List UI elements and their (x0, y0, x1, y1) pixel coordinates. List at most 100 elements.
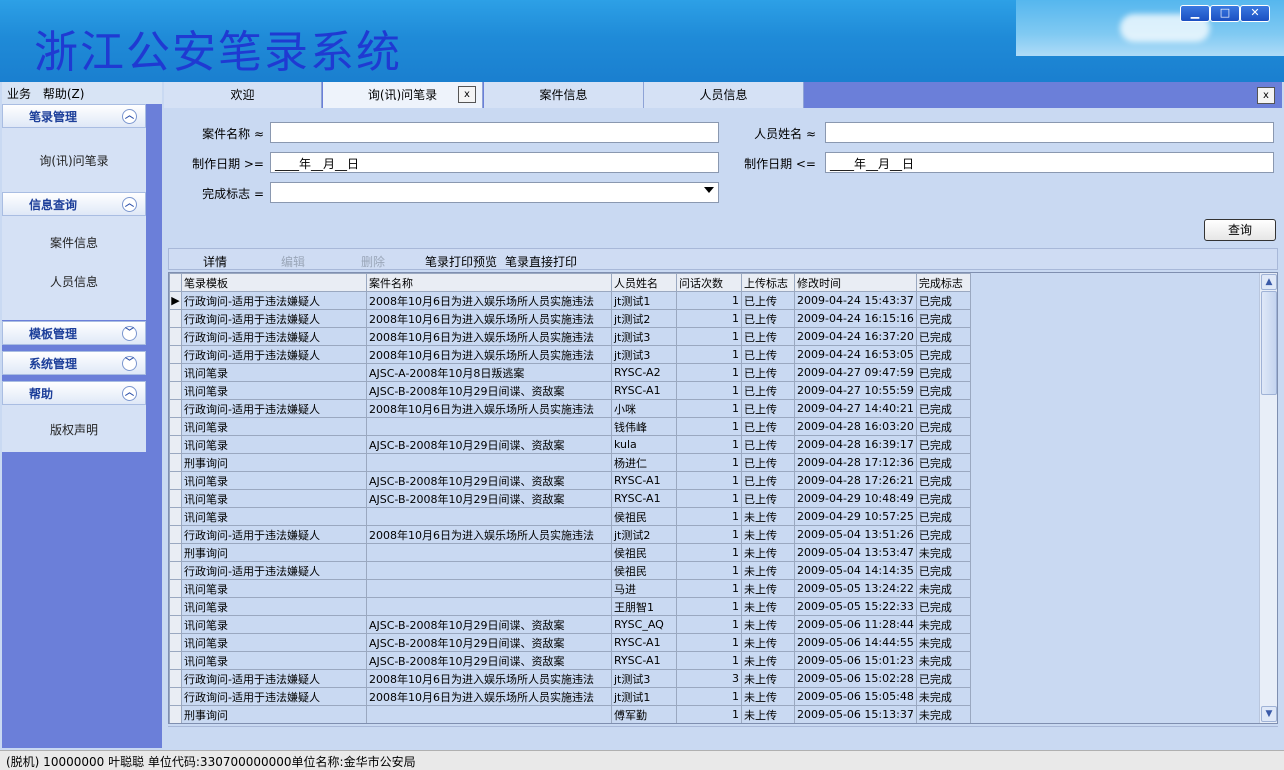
table-cell[interactable]: jt测试2 (611, 309, 677, 328)
table-cell[interactable]: 小咪 (611, 399, 677, 418)
date-from-input[interactable]: ____年__月__日 (270, 152, 719, 173)
table-cell[interactable]: 讯问笔录 (181, 651, 367, 670)
table-row[interactable]: 刑事询问 傅军勤 1 未上传 2009-05-06 15:13:37 未完成 (169, 705, 976, 723)
table-cell[interactable]: 已完成 (915, 381, 971, 400)
row-indicator[interactable] (169, 309, 182, 328)
table-cell[interactable]: jt测试3 (611, 345, 677, 364)
date-to-input[interactable]: ____年__月__日 (825, 152, 1274, 173)
table-cell[interactable]: 2009-05-04 13:53:47 (794, 543, 917, 562)
table-cell[interactable]: 已完成 (915, 399, 971, 418)
table-cell[interactable]: 2009-05-05 15:22:33 (794, 597, 917, 616)
table-row[interactable]: 讯问笔录 AJSC-B-2008年10月29日间谍、资敌案 RYSC-A1 1 已上传 2… (169, 381, 976, 400)
table-cell[interactable]: 讯问笔录 (181, 435, 367, 454)
table-cell[interactable]: 未完成 (915, 705, 971, 723)
table-cell[interactable]: RYSC_AQ (611, 615, 677, 634)
group-record-management[interactable]: 笔录管理 ︿ (2, 104, 146, 128)
table-cell[interactable] (366, 597, 612, 616)
horizontal-scrollbar[interactable] (168, 726, 1278, 744)
table-row[interactable]: 行政询问-适用于违法嫌疑人 侯祖民 1 未上传 2009-05-04 14:14:35 已… (169, 561, 976, 580)
table-cell[interactable]: 未上传 (741, 633, 795, 652)
table-cell[interactable]: 讯问笔录 (181, 381, 367, 400)
sidebar-item-person-info[interactable]: 人员信息 (2, 273, 146, 290)
row-indicator[interactable] (169, 381, 182, 400)
table-cell[interactable]: 已上传 (741, 309, 795, 328)
table-cell[interactable]: 杨进仁 (611, 453, 677, 472)
table-cell[interactable]: 已完成 (915, 291, 971, 310)
group-info-query[interactable]: 信息查询 ︿ (2, 192, 146, 216)
column-header[interactable]: 笔录模板 (181, 273, 367, 292)
table-cell[interactable]: 2009-05-06 15:05:48 (794, 687, 917, 706)
table-cell[interactable]: 未完成 (915, 543, 971, 562)
scroll-up-icon[interactable]: ▲ (1261, 274, 1277, 290)
table-cell[interactable]: RYSC-A1 (611, 489, 677, 508)
table-cell[interactable]: 未上传 (741, 579, 795, 598)
case-name-input[interactable] (270, 122, 719, 143)
table-cell[interactable]: 1 (676, 363, 742, 382)
row-indicator[interactable] (169, 687, 182, 706)
table-cell[interactable]: 已上传 (741, 489, 795, 508)
table-row[interactable]: 讯问笔录 马进 1 未上传 2009-05-05 13:24:22 未完成 (169, 579, 976, 598)
row-indicator[interactable] (169, 651, 182, 670)
row-indicator[interactable] (169, 489, 182, 508)
status-select[interactable] (270, 182, 719, 203)
table-cell[interactable]: AJSC-B-2008年10月29日间谍、资敌案 (366, 471, 612, 490)
table-cell[interactable]: 讯问笔录 (181, 471, 367, 490)
table-cell[interactable]: 行政询问-适用于违法嫌疑人 (181, 687, 367, 706)
table-cell[interactable]: 1 (676, 651, 742, 670)
table-cell[interactable]: 2009-05-06 15:01:23 (794, 651, 917, 670)
table-cell[interactable]: 1 (676, 453, 742, 472)
table-cell[interactable]: RYSC-A1 (611, 633, 677, 652)
table-cell[interactable]: 未上传 (741, 669, 795, 688)
table-cell[interactable]: 行政询问-适用于违法嫌疑人 (181, 399, 367, 418)
table-cell[interactable]: 讯问笔录 (181, 579, 367, 598)
table-cell[interactable]: 1 (676, 579, 742, 598)
table-cell[interactable]: AJSC-B-2008年10月29日间谍、资敌案 (366, 633, 612, 652)
table-cell[interactable]: 1 (676, 705, 742, 723)
table-cell[interactable]: 行政询问-适用于违法嫌疑人 (181, 327, 367, 346)
table-cell[interactable]: 讯问笔录 (181, 507, 367, 526)
table-cell[interactable]: 王朋智1 (611, 597, 677, 616)
table-row[interactable]: 行政询问-适用于违法嫌疑人 2008年10月6日为进入娱乐场所人员实施违法 小咪 1 已… (169, 399, 976, 418)
table-cell[interactable]: 2009-05-06 14:44:55 (794, 633, 917, 652)
table-cell[interactable]: 1 (676, 489, 742, 508)
person-name-input[interactable] (825, 122, 1274, 143)
table-row[interactable]: 讯问笔录 AJSC-B-2008年10月29日间谍、资敌案 RYSC-A1 1 已上传 2… (169, 489, 976, 508)
table-cell[interactable]: 1 (676, 615, 742, 634)
table-cell[interactable]: 讯问笔录 (181, 417, 367, 436)
table-row[interactable]: 刑事询问 侯祖民 1 未上传 2009-05-04 13:53:47 未完成 (169, 543, 976, 562)
table-cell[interactable]: 已完成 (915, 597, 971, 616)
vertical-scrollbar[interactable]: ▲ ▼ (1259, 273, 1277, 723)
table-cell[interactable]: 未上传 (741, 561, 795, 580)
table-cell[interactable]: 1 (676, 471, 742, 490)
table-cell[interactable]: 未上传 (741, 525, 795, 544)
table-cell[interactable]: jt测试3 (611, 669, 677, 688)
table-row[interactable]: 行政询问-适用于违法嫌疑人 2008年10月6日为进入娱乐场所人员实施违法 jt测试… (169, 525, 976, 544)
table-cell[interactable]: 讯问笔录 (181, 363, 367, 382)
table-cell[interactable]: AJSC-B-2008年10月29日间谍、资敌案 (366, 381, 612, 400)
table-cell[interactable]: 2009-05-04 14:14:35 (794, 561, 917, 580)
table-cell[interactable]: 讯问笔录 (181, 633, 367, 652)
table-cell[interactable]: 1 (676, 543, 742, 562)
table-cell[interactable]: 已上传 (741, 345, 795, 364)
table-row[interactable]: 讯问笔录 AJSC-B-2008年10月29日间谍、资敌案 RYSC_AQ 1 未上传 2… (169, 615, 976, 634)
chevron-up-icon[interactable]: ︿ (122, 386, 137, 401)
table-cell[interactable]: 侯祖民 (611, 543, 677, 562)
table-cell[interactable]: 2008年10月6日为进入娱乐场所人员实施违法 (366, 345, 612, 364)
table-cell[interactable]: 2008年10月6日为进入娱乐场所人员实施违法 (366, 309, 612, 328)
table-cell[interactable]: 已完成 (915, 453, 971, 472)
table-cell[interactable]: 1 (676, 435, 742, 454)
table-cell[interactable]: 已完成 (915, 489, 971, 508)
table-cell[interactable]: AJSC-B-2008年10月29日间谍、资敌案 (366, 435, 612, 454)
table-cell[interactable]: 2009-05-06 11:28:44 (794, 615, 917, 634)
table-cell[interactable]: 已完成 (915, 417, 971, 436)
column-header[interactable]: 修改时间 (794, 273, 917, 292)
table-cell[interactable]: 侯祖民 (611, 507, 677, 526)
table-cell[interactable]: 已完成 (915, 561, 971, 580)
table-row[interactable]: ▶ 行政询问-适用于违法嫌疑人 2008年10月6日为进入娱乐场所人员实施违法 jt测… (169, 291, 976, 310)
table-cell[interactable]: 2009-04-24 16:37:20 (794, 327, 917, 346)
table-cell[interactable]: 已完成 (915, 363, 971, 382)
table-cell[interactable]: 已完成 (915, 435, 971, 454)
table-cell[interactable]: 已上传 (741, 471, 795, 490)
table-cell[interactable]: 1 (676, 687, 742, 706)
table-cell[interactable]: 1 (676, 417, 742, 436)
